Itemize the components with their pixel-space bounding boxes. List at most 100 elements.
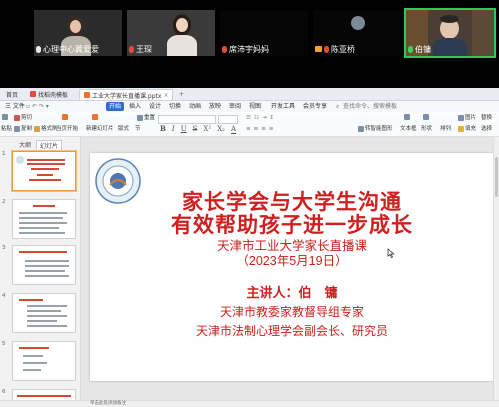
font-color-icon[interactable]: A	[230, 125, 237, 134]
slide-editor[interactable]: 家长学会与大学生沟通 有效帮助孩子进一步成长 天津市工业大学家长直播课 （202…	[81, 137, 494, 400]
microphone-muted-icon	[324, 45, 329, 53]
slide-thumbnail-pane: 大纲 幻灯片 1 2 3 4 5 6	[0, 137, 81, 407]
image-button[interactable]: 图片	[458, 114, 476, 122]
vertical-scrollbar[interactable]	[493, 137, 499, 406]
camera-icon	[315, 46, 322, 52]
participant-name: 心理中心翼爱爱	[43, 44, 99, 54]
participant-name: 席沛宇妈妈	[229, 44, 269, 54]
tab-home[interactable]: 首页	[2, 89, 22, 99]
quick-access-icons[interactable]: ▫ ↶ ↷ ▾	[26, 103, 49, 110]
mouse-cursor-icon	[387, 248, 395, 258]
copy-button[interactable]: 复制	[14, 125, 32, 133]
participant-label-2: 王琛	[129, 42, 152, 56]
slide-thumbnail[interactable]	[12, 341, 76, 381]
microphone-speaking-icon	[408, 45, 413, 53]
tab-slides[interactable]: 幻灯片	[36, 140, 63, 151]
slide-thumbnail[interactable]	[12, 245, 76, 285]
participant-label-5: 伯镛	[408, 42, 431, 56]
convert-smart-art-button[interactable]: 转智能图形	[358, 125, 393, 133]
slide-thumbnail[interactable]	[12, 293, 76, 333]
format-painter-button[interactable]: 格式刷	[34, 125, 58, 133]
scrollbar-thumb[interactable]	[495, 157, 498, 197]
document-tab-bar: 首页 找稻壳模板 工业大学家长直播课.pptx × +	[0, 88, 499, 101]
participant-label-1: 心理中心翼爱爱	[36, 42, 99, 56]
indent-icon[interactable]: ⇥	[262, 114, 267, 122]
menu-review[interactable]: 审阅	[226, 102, 244, 111]
numbered-list-icon[interactable]: ☷	[254, 114, 259, 122]
brush-icon	[34, 126, 40, 132]
font-family-select[interactable]	[158, 115, 216, 124]
image-icon	[458, 115, 464, 121]
tab-template[interactable]: 找稻壳模板	[26, 89, 72, 99]
paste-button[interactable]	[2, 113, 8, 121]
arrange-button[interactable]: 排列	[440, 125, 451, 133]
new-tab-button[interactable]: +	[175, 89, 188, 99]
ribbon-toolbar: 粘贴 剪切 复制 格式刷 当页开始 新建幻灯片 版式 节 重置 B I U S …	[0, 113, 499, 137]
participant-label-3: 席沛宇妈妈	[222, 42, 269, 56]
paragraph-buttons[interactable]: ☰ ☷ ⇥ ↕	[246, 114, 274, 122]
command-search-input[interactable]: 查找命令、搜索模板	[343, 102, 397, 111]
textbox-button[interactable]	[404, 113, 410, 121]
video-strip: 心理中心翼爱爱 王琛 席沛宇妈妈 陈亚桥 伯镛	[0, 0, 499, 88]
section-button[interactable]: 节	[135, 125, 141, 133]
avatar	[351, 16, 365, 30]
menu-developer[interactable]: 开发工具	[268, 102, 298, 111]
fill-icon	[458, 126, 464, 132]
strikethrough-icon[interactable]: S	[193, 125, 198, 133]
smart-art-icon	[358, 126, 364, 132]
slide-role-line-1: 天津市教委家教督导组专家	[219, 305, 364, 319]
menu-transition[interactable]: 切换	[166, 102, 184, 111]
microphone-icon	[36, 45, 41, 53]
tab-outline[interactable]: 大纲	[16, 140, 34, 149]
new-slide-button[interactable]	[92, 113, 98, 121]
play-icon	[62, 114, 68, 120]
justify-icon[interactable]: ≡	[269, 125, 274, 133]
notes-placeholder[interactable]: 单击此处添加备注	[90, 401, 126, 407]
microphone-muted-icon	[222, 45, 227, 53]
menu-file[interactable]: 三 文件	[2, 102, 28, 111]
align-right-icon[interactable]: ≡	[261, 125, 266, 133]
new-slide-icon	[92, 114, 98, 120]
microphone-muted-icon	[129, 45, 134, 53]
shape-button[interactable]	[423, 113, 429, 121]
menu-design[interactable]: 设计	[146, 102, 164, 111]
menu-animation[interactable]: 动画	[186, 102, 204, 111]
bold-icon[interactable]: B	[160, 125, 166, 133]
font-size-select[interactable]	[218, 115, 238, 124]
line-spacing-icon[interactable]: ↕	[269, 114, 274, 122]
fill-button[interactable]: 填充	[458, 125, 476, 133]
presentation-app-window: 首页 找稻壳模板 工业大学家长直播课.pptx × + 三 文件 ▫ ↶ ↷ ▾…	[0, 88, 499, 407]
menu-member[interactable]: 会员专享	[300, 102, 330, 111]
bullet-list-icon[interactable]: ☰	[246, 114, 251, 122]
subscript-icon[interactable]: X₂	[217, 125, 225, 133]
slide-thumbnail[interactable]	[12, 151, 76, 191]
align-center-icon[interactable]: ≡	[254, 125, 259, 133]
font-format-buttons[interactable]: B I U S X² X₂ A	[160, 125, 237, 134]
layout-button[interactable]: 版式	[118, 125, 129, 133]
participant-name: 伯镛	[415, 44, 431, 54]
play-from-current-button[interactable]	[62, 113, 68, 121]
docer-icon	[30, 91, 36, 97]
underline-icon[interactable]: U	[181, 125, 187, 133]
shape-icon	[423, 114, 429, 120]
cut-button[interactable]: 剪切	[14, 114, 32, 122]
menu-insert[interactable]: 插入	[126, 102, 144, 111]
copy-icon	[14, 126, 20, 132]
tab-document[interactable]: 工业大学家长直播课.pptx ×	[79, 89, 174, 100]
align-buttons[interactable]: ≡ ≡ ≡ ≡	[246, 125, 273, 133]
close-icon[interactable]: ×	[163, 92, 168, 99]
italic-icon[interactable]: I	[172, 125, 175, 133]
select-button[interactable]: 选择	[481, 125, 492, 133]
align-left-icon[interactable]: ≡	[246, 125, 251, 133]
textbox-icon	[404, 114, 410, 120]
slide-thumbnail[interactable]	[12, 199, 76, 239]
slide-canvas[interactable]: 家长学会与大学生沟通 有效帮助孩子进一步成长 天津市工业大学家长直播课 （202…	[90, 153, 494, 381]
superscript-icon[interactable]: X²	[203, 125, 211, 133]
menu-slideshow[interactable]: 放映	[206, 102, 224, 111]
participant-name: 王琛	[136, 44, 152, 54]
menu-start[interactable]: 开始	[106, 102, 125, 111]
menu-view[interactable]: 视图	[246, 102, 264, 111]
search-icon[interactable]: ⌕	[336, 103, 339, 111]
reset-button[interactable]: 重置	[137, 114, 155, 122]
replace-button[interactable]: 替换	[481, 114, 492, 122]
